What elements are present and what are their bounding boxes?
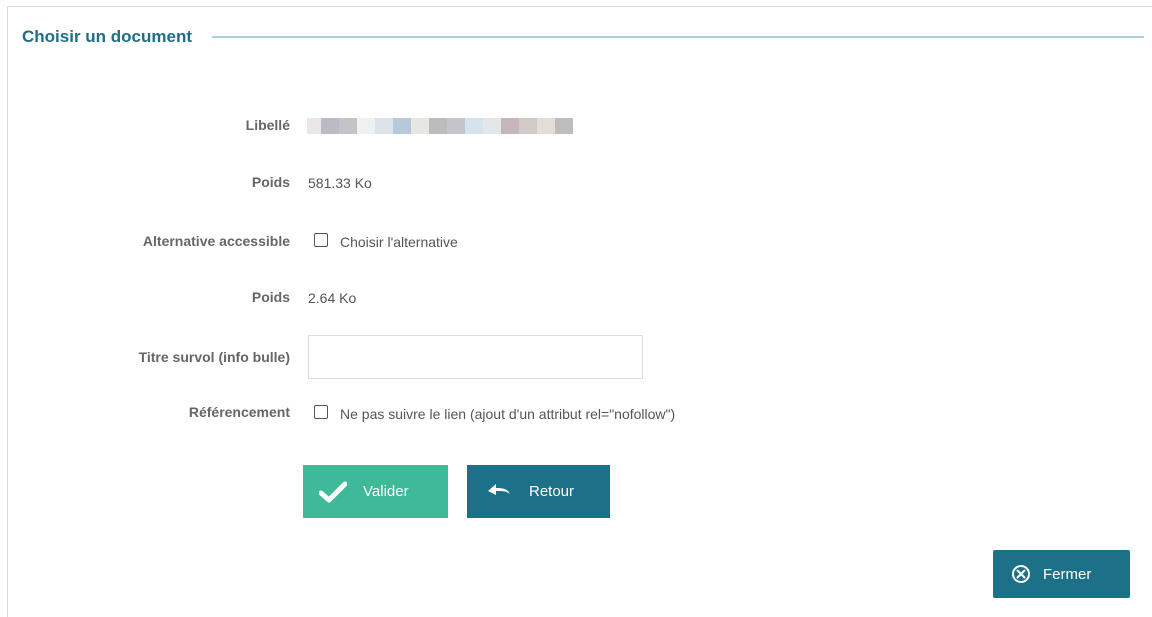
poids-value-alternative: 2.64 Ko: [308, 290, 357, 306]
referencement-label: Référencement: [188, 404, 290, 420]
nofollow-checkbox-label[interactable]: Ne pas suivre le lien (ajout d'un attrib…: [340, 406, 675, 422]
poids-label-alternative: Poids: [251, 289, 290, 305]
libelle-value-redacted: [307, 118, 573, 134]
return-arrow-icon: [487, 482, 511, 502]
dialog-title: Choisir un document: [22, 27, 192, 46]
close-circle-icon: [1011, 564, 1031, 584]
fermer-button[interactable]: Fermer: [993, 550, 1130, 598]
nofollow-checkbox[interactable]: [314, 405, 328, 419]
valider-button[interactable]: Valider: [303, 465, 448, 518]
poids-value-document: 581.33 Ko: [308, 175, 372, 191]
dialog-header: Choisir un document: [22, 27, 1144, 47]
fermer-label: Fermer: [1043, 565, 1092, 583]
titre-survol-input[interactable]: [308, 335, 643, 379]
checkmark-icon: [319, 481, 347, 503]
titre-survol-label: Titre survol (info bulle): [138, 349, 290, 365]
choose-document-dialog: Choisir un document: [7, 6, 1152, 617]
title-divider: [212, 36, 1144, 38]
alternative-label: Alternative accessible: [142, 233, 290, 249]
poids-label-document: Poids: [251, 174, 290, 190]
valider-label: Valider: [363, 483, 409, 500]
retour-button[interactable]: Retour: [467, 465, 610, 518]
retour-label: Retour: [529, 483, 575, 500]
alternative-checkbox[interactable]: [314, 233, 328, 247]
alternative-checkbox-label[interactable]: Choisir l'alternative: [340, 234, 458, 250]
libelle-label: Libellé: [245, 117, 290, 133]
